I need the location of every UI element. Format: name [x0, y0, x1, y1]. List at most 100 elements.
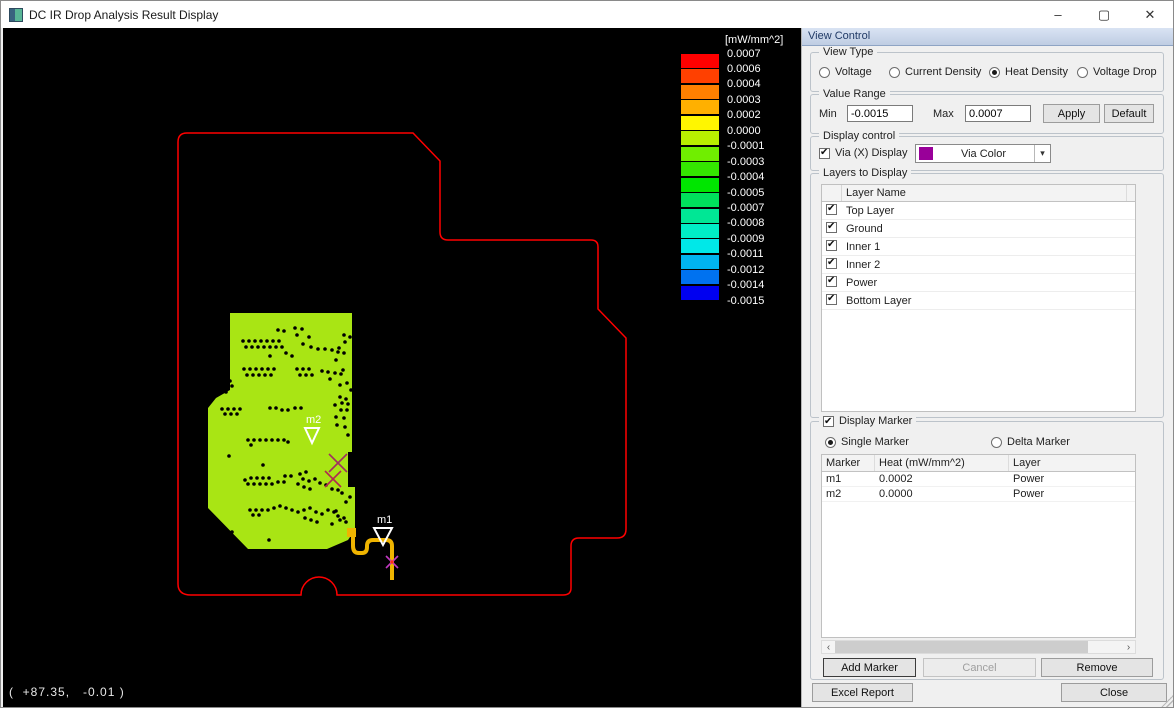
via-dot [284, 351, 288, 355]
scroll-right-icon[interactable]: › [1122, 642, 1135, 653]
layer-checkbox[interactable] [826, 204, 837, 215]
pcb-canvas[interactable]: m1m2 [mW/mm^2] 0.00070.00060.00040.00030… [3, 28, 801, 708]
via-dot [346, 433, 350, 437]
via-dot [345, 408, 349, 412]
via-dot [310, 373, 314, 377]
layer-row-inner-2[interactable]: Inner 2 [822, 256, 1135, 274]
layer-checkbox[interactable] [826, 294, 837, 305]
apply-button[interactable]: Apply [1043, 104, 1100, 123]
via-dot [260, 508, 264, 512]
remove-button[interactable]: Remove [1041, 658, 1153, 677]
via-dot [303, 516, 307, 520]
single-marker-radio-circle[interactable] [825, 437, 836, 448]
radio-label: Voltage [835, 66, 872, 78]
marker-table-hscrollbar[interactable]: ‹ › [821, 640, 1136, 654]
view-type-radio-voltage[interactable]: Voltage [819, 66, 872, 78]
via-dot [338, 395, 342, 399]
layer-row-power[interactable]: Power [822, 274, 1135, 292]
layer-checkbox[interactable] [826, 222, 837, 233]
marker-row-m2[interactable]: m20.0000Power [822, 487, 1135, 502]
via-dot [272, 367, 276, 371]
via-dot [278, 504, 282, 508]
via-dot [258, 438, 262, 442]
marker-label-m1: m1 [377, 514, 392, 526]
via-dot [254, 367, 258, 371]
via-dot [280, 345, 284, 349]
single-marker-radio[interactable]: Single Marker [825, 436, 909, 448]
delta-marker-radio-circle[interactable] [991, 437, 1002, 448]
view-type-radio-heat-density[interactable]: Heat Density [989, 66, 1068, 78]
via-dot [335, 423, 339, 427]
add-marker-button[interactable]: Add Marker [823, 658, 916, 677]
maximize-button[interactable]: ▢ [1081, 1, 1127, 28]
via-dot [256, 345, 260, 349]
legend-label: 0.0004 [727, 79, 761, 90]
display-marker-toggle[interactable]: Display Marker [819, 415, 916, 428]
via-dot [343, 425, 347, 429]
via-display-checkbox-box[interactable] [819, 148, 830, 159]
legend-label: -0.0008 [727, 218, 764, 229]
marker-cell: Power [1009, 471, 1135, 487]
close-button[interactable]: Close [1061, 683, 1167, 702]
via-dot [270, 482, 274, 486]
via-dot [226, 407, 230, 411]
layer-checkbox[interactable] [826, 240, 837, 251]
layers-table[interactable]: Layer Name Top LayerGroundInner 1Inner 2… [821, 184, 1136, 412]
minimize-button[interactable]: – [1035, 1, 1081, 28]
radio-circle[interactable] [889, 67, 900, 78]
view-type-radio-current-density[interactable]: Current Density [889, 66, 981, 78]
marker-row-m1[interactable]: m10.0002Power [822, 472, 1135, 487]
via-color-combo[interactable]: Via Color ▾ [915, 144, 1051, 163]
excel-report-button[interactable]: Excel Report [812, 683, 913, 702]
scrollbar-thumb[interactable] [835, 641, 1088, 653]
via-dot [328, 377, 332, 381]
layer-row-ground[interactable]: Ground [822, 220, 1135, 238]
delta-marker-radio[interactable]: Delta Marker [991, 436, 1070, 448]
via-dot [296, 482, 300, 486]
window-title: DC IR Drop Analysis Result Display [29, 8, 218, 22]
via-dot [274, 345, 278, 349]
via-dot [336, 514, 340, 518]
via-dot [227, 454, 231, 458]
max-label: Max [933, 108, 954, 120]
scroll-left-icon[interactable]: ‹ [822, 642, 835, 653]
via-dot [286, 408, 290, 412]
radio-circle[interactable] [1077, 67, 1088, 78]
legend-label: -0.0005 [727, 188, 764, 199]
view-type-radio-voltage-drop[interactable]: Voltage Drop [1077, 66, 1157, 78]
layer-row-inner-1[interactable]: Inner 1 [822, 238, 1135, 256]
radio-circle[interactable] [819, 67, 830, 78]
layer-checkbox[interactable] [826, 258, 837, 269]
marker-table[interactable]: MarkerHeat (mW/mm^2)Layer m10.0002Powerm… [821, 454, 1136, 638]
via-dot [320, 369, 324, 373]
value-range-group-label: Value Range [819, 88, 890, 101]
resize-grip[interactable] [1161, 695, 1173, 707]
via-display-checkbox[interactable]: Via (X) Display [819, 147, 908, 159]
legend-label: 0.0002 [727, 110, 761, 121]
via-dot [339, 408, 343, 412]
display-marker-checkbox-box[interactable] [823, 416, 834, 427]
radio-circle[interactable] [989, 67, 1000, 78]
via-dot [270, 438, 274, 442]
scrollbar-track[interactable] [835, 641, 1122, 653]
layer-checkbox[interactable] [826, 276, 837, 287]
via-dot [274, 406, 278, 410]
radio-label: Voltage Drop [1093, 66, 1157, 78]
via-dot [230, 530, 234, 534]
legend-swatch [681, 193, 719, 207]
layer-row-top-layer[interactable]: Top Layer [822, 202, 1135, 220]
layers-name-column: Layer Name [842, 185, 1127, 201]
chevron-down-icon[interactable]: ▾ [1034, 145, 1050, 162]
via-dot [235, 412, 239, 416]
via-dot [295, 367, 299, 371]
via-dot [302, 508, 306, 512]
via-dot [320, 512, 324, 516]
default-button[interactable]: Default [1104, 104, 1154, 123]
cancel-button[interactable]: Cancel [923, 658, 1036, 677]
layer-row-bottom-layer[interactable]: Bottom Layer [822, 292, 1135, 310]
legend-swatch [681, 178, 719, 192]
min-input[interactable] [847, 105, 913, 122]
max-input[interactable] [965, 105, 1031, 122]
via-dot [250, 345, 254, 349]
close-button[interactable]: ✕ [1127, 1, 1173, 28]
